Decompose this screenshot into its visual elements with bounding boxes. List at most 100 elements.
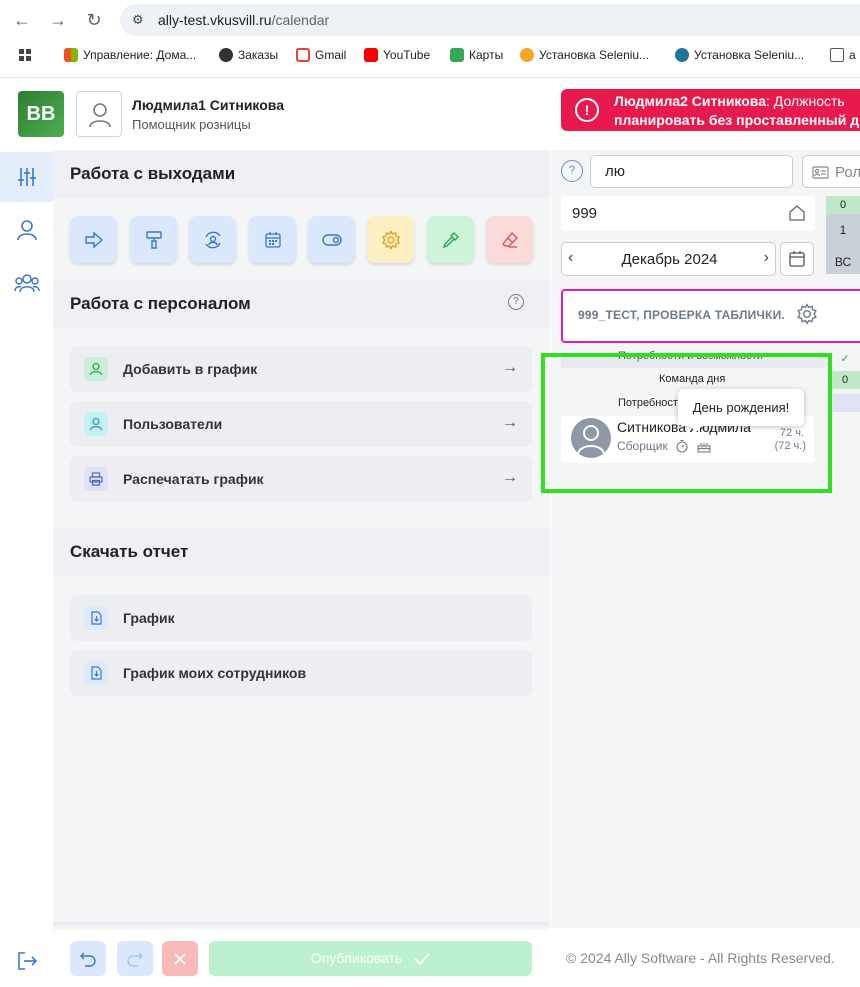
role-filter[interactable]: Рол	[802, 155, 860, 188]
folder-icon	[830, 48, 844, 62]
logout-icon[interactable]	[16, 950, 38, 977]
alert-banner[interactable]: ! Людмила2 Ситникова: Должность планиров…	[561, 89, 860, 131]
site-settings-icon[interactable]: ⚙	[132, 12, 148, 28]
address-bar[interactable]: ⚙ ally-test.vkusvill.ru/calendar	[120, 4, 860, 36]
redo-icon	[127, 952, 143, 967]
calendar-icon	[789, 251, 805, 267]
row-label: Добавить в график	[123, 361, 258, 377]
alert-name: Людмила2 Ситникова	[614, 93, 767, 109]
download-my-staff-row[interactable]: График моих сотрудников	[70, 650, 532, 696]
user-refresh-icon	[204, 231, 221, 248]
role-filter-placeholder: Рол	[835, 164, 860, 181]
swap-user-button[interactable]	[189, 216, 236, 263]
day-number: 1	[839, 223, 847, 237]
add-to-schedule-row[interactable]: Добавить в график →	[70, 346, 532, 392]
download-schedule-row[interactable]: График	[70, 595, 532, 641]
needs-cell	[830, 394, 860, 412]
team-icon	[13, 274, 40, 293]
user-name: Людмила1 Ситникова	[132, 97, 285, 113]
users-icon	[84, 412, 108, 436]
bookmark-5[interactable]: Установка Seleniu...	[520, 48, 649, 62]
forward-icon[interactable]: →	[48, 10, 68, 30]
toggle-button[interactable]	[308, 216, 355, 263]
reload-icon[interactable]: ↻	[84, 10, 104, 30]
bookmark-2[interactable]: Gmail	[296, 48, 346, 62]
undo-icon	[80, 952, 96, 967]
lt-icon	[520, 48, 534, 62]
person-icon	[16, 220, 37, 241]
settings-button[interactable]	[367, 216, 414, 263]
help-icon[interactable]: ?	[561, 160, 583, 182]
check-icon	[414, 953, 430, 966]
team-card[interactable]: 999_ТЕСТ, ПРОВЕРКА ТАБЛИЧКИ.	[561, 289, 860, 343]
user-avatar[interactable]	[76, 91, 122, 137]
move-shift-button[interactable]	[70, 216, 117, 263]
youtube-icon	[364, 48, 378, 62]
shop-field[interactable]: 999	[561, 196, 815, 231]
apps-icon[interactable]	[18, 48, 32, 62]
close-icon	[174, 952, 186, 965]
bookmark-1[interactable]: Заказы	[219, 48, 278, 62]
pipette-button[interactable]	[427, 216, 474, 263]
footer-divider	[53, 922, 550, 932]
eraser-button[interactable]	[486, 216, 533, 263]
sliders-icon	[17, 168, 36, 186]
paint-roller-icon	[145, 230, 162, 249]
calendar-icon	[264, 231, 281, 248]
pipette-icon	[442, 231, 459, 248]
row-label: Пользователи	[123, 416, 223, 432]
row-label: График	[123, 610, 175, 626]
back-icon[interactable]: ←	[12, 10, 32, 30]
gear-icon[interactable]	[796, 303, 818, 325]
month-selector: ‹ Декабрь 2024 ›	[561, 242, 776, 276]
url-path: /calendar	[271, 12, 330, 28]
calendar-button[interactable]	[249, 216, 296, 263]
calendar-picker-button[interactable]	[780, 242, 814, 276]
print-schedule-row[interactable]: Распечатать график →	[70, 456, 532, 502]
bookmark-3[interactable]: YouTube	[364, 48, 430, 62]
left-panel: Работа с выходами Работа с персоналом ? …	[53, 150, 550, 928]
nav-profile[interactable]	[0, 205, 53, 255]
file-download-icon	[84, 606, 108, 630]
shifts-section-header: Работа с выходами	[53, 150, 550, 198]
user-role: Помощник розницы	[132, 117, 251, 132]
bookmark-4[interactable]: Карты	[450, 48, 503, 62]
report-section-header: Скачать отчет	[53, 528, 550, 576]
undo-button[interactable]	[70, 941, 106, 976]
nav-controls[interactable]	[0, 152, 53, 202]
bookmark-7[interactable]: а	[830, 48, 856, 62]
gmail-icon	[296, 48, 310, 62]
publish-label: Опубликовать	[310, 950, 403, 966]
printer-icon	[84, 467, 108, 491]
wordpress-icon	[675, 48, 689, 62]
help-icon[interactable]: ?	[508, 294, 524, 310]
bookmark-label: Заказы	[238, 48, 279, 62]
nav-rail	[0, 150, 53, 987]
team-day-value: 0	[830, 371, 860, 389]
users-row[interactable]: Пользователи →	[70, 401, 532, 447]
arrow-right-icon: →	[502, 359, 518, 376]
redo-button[interactable]	[117, 941, 153, 976]
paint-button[interactable]	[130, 216, 177, 263]
chevron-right-icon[interactable]: ›	[764, 249, 769, 267]
nav-team[interactable]	[0, 258, 53, 308]
search-input[interactable]: лю	[590, 155, 793, 188]
cancel-button[interactable]	[162, 941, 198, 976]
bookmark-6[interactable]: Установка Seleniu...	[675, 48, 804, 62]
browser-chrome: ← → ↻ ⚙ ally-test.vkusvill.ru/calendar У…	[0, 0, 860, 78]
bookmark-label: Управление: Дома...	[83, 48, 197, 62]
copyright: © 2024 Ally Software - All Rights Reserv…	[566, 950, 835, 966]
bookmark-label: Gmail	[315, 48, 347, 62]
shifts-title: Работа с выходами	[70, 164, 236, 183]
bookmark-label: Карты	[469, 48, 504, 62]
bookmark-0[interactable]: Управление: Дома...	[64, 48, 196, 62]
arrow-right-icon: →	[502, 469, 518, 486]
toggle-icon	[321, 233, 342, 246]
bookmark-label: YouTube	[383, 48, 431, 62]
gear-icon	[381, 229, 400, 250]
publish-button[interactable]: Опубликовать	[209, 941, 532, 976]
maps-icon	[450, 48, 464, 62]
app-logo: ВВ	[18, 91, 64, 137]
home-icon	[789, 205, 805, 221]
microsoft-icon	[64, 48, 78, 62]
